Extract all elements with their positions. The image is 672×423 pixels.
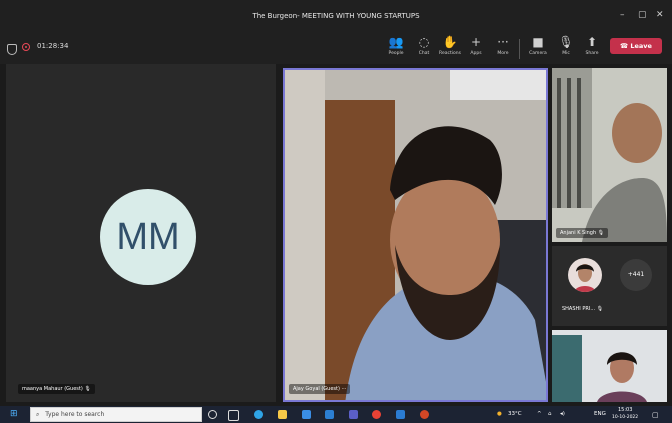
participant-name: maanya Mahaur (Guest) 🎙 bbox=[18, 384, 95, 394]
taskbar-search[interactable]: ⌕ Type here to search bbox=[30, 407, 202, 422]
reactions-button[interactable]: ✋ Reactions bbox=[436, 34, 464, 62]
video-feed bbox=[285, 70, 546, 400]
avatar: MM bbox=[100, 189, 196, 285]
toolbar-divider bbox=[519, 39, 520, 59]
more-options-icon[interactable]: ··· bbox=[342, 386, 347, 392]
shield-icon bbox=[7, 44, 17, 55]
search-icon: ⌕ bbox=[36, 411, 40, 418]
minimize-button[interactable]: – bbox=[620, 10, 625, 20]
clock-date[interactable]: 10-10-2022 bbox=[612, 415, 638, 420]
file-explorer-icon[interactable] bbox=[278, 410, 287, 419]
close-button[interactable]: ✕ bbox=[656, 10, 664, 20]
more-icon: ··· bbox=[497, 35, 509, 49]
more-button[interactable]: ··· More bbox=[489, 34, 517, 62]
camera-icon: ■ bbox=[532, 35, 544, 49]
participant-tile-maanya[interactable]: MM maanya Mahaur (Guest) 🎙 bbox=[6, 64, 276, 402]
window-title: The Burgeon- MEETING WITH YOUNG STARTUPS bbox=[252, 12, 420, 20]
share-button[interactable]: ⬆ Share bbox=[578, 34, 606, 62]
mic-off-icon: 🎙 bbox=[596, 306, 604, 312]
more-participants-badge[interactable]: +441 bbox=[620, 259, 652, 291]
more-label: More bbox=[497, 51, 509, 56]
windows-taskbar: ⊞ ⌕ Type here to search ● 33°C ^ ⌂ ◂) EN… bbox=[0, 406, 672, 423]
maximize-button[interactable]: ▢ bbox=[638, 10, 647, 20]
mic-label: Mic bbox=[562, 51, 570, 56]
weather-icon: ● bbox=[497, 411, 502, 417]
meeting-timer: 01:28:34 bbox=[37, 42, 69, 50]
recording-icon bbox=[22, 43, 30, 51]
reactions-icon: ✋ bbox=[442, 35, 458, 49]
volume-icon[interactable]: ◂) bbox=[560, 411, 565, 417]
word-icon[interactable] bbox=[396, 410, 405, 419]
camera-button[interactable]: ■ Camera bbox=[524, 34, 552, 62]
store-icon[interactable] bbox=[302, 410, 311, 419]
share-icon: ⬆ bbox=[586, 35, 598, 49]
people-icon: 👥 bbox=[388, 35, 404, 49]
search-placeholder: Type here to search bbox=[45, 411, 105, 418]
participant-tile-shashi[interactable]: +441 SHASHI PRI... 🎙 bbox=[552, 246, 667, 326]
participant-name: SHASHI PRI... 🎙 bbox=[562, 306, 604, 312]
mail-icon[interactable] bbox=[325, 410, 334, 419]
chat-icon: ◌ bbox=[418, 35, 430, 49]
clock-time[interactable]: 15:03 bbox=[618, 407, 632, 413]
mic-off-icon: 🎙 bbox=[597, 230, 605, 236]
chat-button[interactable]: ◌ Chat bbox=[410, 34, 438, 62]
apps-button[interactable]: + Apps bbox=[462, 34, 490, 62]
avatar bbox=[568, 258, 602, 292]
teams-icon[interactable] bbox=[349, 410, 358, 419]
participant-name: Anjani K Singh 🎙 bbox=[556, 228, 609, 238]
share-label: Share bbox=[585, 51, 599, 56]
mic-icon: 🎙 bbox=[558, 35, 574, 49]
avatar-image bbox=[574, 264, 596, 292]
video-feed bbox=[552, 330, 667, 402]
participant-tile-anjani[interactable]: Anjani K Singh 🎙 bbox=[552, 68, 667, 242]
mic-button[interactable]: 🎙 Mic bbox=[552, 34, 580, 62]
leave-button[interactable]: ☎ Leave bbox=[610, 38, 662, 54]
participant-name: Ajay Goyal (Guest) ··· bbox=[289, 384, 351, 394]
windows-start-icon[interactable]: ⊞ bbox=[10, 409, 18, 419]
participant-tile-ajay[interactable]: Ajay Goyal (Guest) ··· bbox=[283, 68, 548, 402]
cortana-icon[interactable] bbox=[208, 410, 217, 419]
powerpoint-icon[interactable] bbox=[420, 410, 429, 419]
meeting-stage: MM maanya Mahaur (Guest) 🎙 Ajay Goyal (G… bbox=[0, 64, 672, 406]
language-indicator[interactable]: ENG bbox=[594, 411, 606, 417]
camera-label: Camera bbox=[529, 51, 547, 56]
apps-label: Apps bbox=[470, 51, 482, 56]
apps-icon: + bbox=[470, 35, 482, 49]
weather-temp[interactable]: 33°C bbox=[508, 411, 522, 417]
task-view-icon[interactable] bbox=[228, 410, 239, 421]
leave-label: Leave bbox=[630, 42, 652, 50]
meeting-toolbar: 01:28:34 👥 People ◌ Chat ✋ Reactions + A… bbox=[0, 30, 672, 64]
tray-arrow-icon[interactable]: ^ bbox=[537, 411, 542, 417]
chrome-icon[interactable] bbox=[372, 410, 381, 419]
reactions-label: Reactions bbox=[439, 51, 461, 56]
mic-off-icon: 🎙 bbox=[84, 386, 91, 392]
edge-icon[interactable] bbox=[254, 410, 263, 419]
chat-label: Chat bbox=[418, 51, 430, 56]
people-label: People bbox=[388, 51, 404, 56]
video-feed bbox=[552, 68, 667, 242]
participant-tile-video[interactable] bbox=[552, 330, 667, 402]
people-button[interactable]: 👥 People bbox=[382, 34, 410, 62]
network-icon[interactable]: ⌂ bbox=[548, 411, 552, 417]
notifications-icon[interactable]: ▢ bbox=[652, 411, 659, 419]
